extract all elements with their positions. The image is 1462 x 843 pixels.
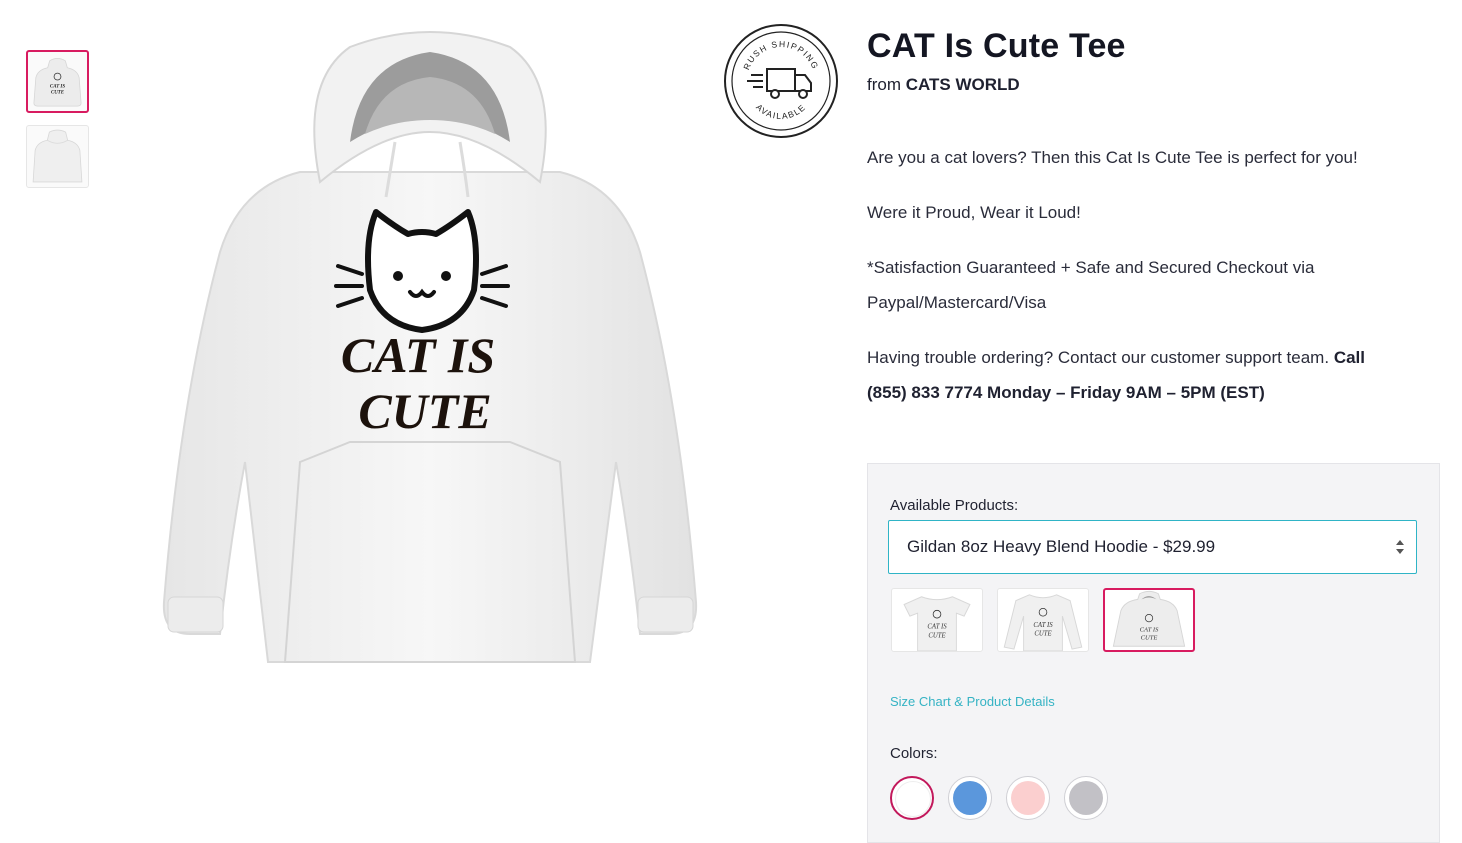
thumbnail-front[interactable]: CAT IS CUTE (26, 50, 89, 113)
swatch-fill (953, 781, 987, 815)
guarantee-line2: Paypal/Mastercard/Visa (867, 293, 1047, 312)
svg-text:CUTE: CUTE (928, 632, 946, 639)
design-text-line1: CAT IS (341, 327, 495, 383)
rush-shipping-badge: RUSH SHIPPING AVAILABLE (724, 24, 838, 138)
from-label: from (867, 75, 901, 94)
svg-text:CUTE: CUTE (1034, 631, 1052, 638)
svg-text:CAT IS: CAT IS (1033, 622, 1053, 629)
variant-long-sleeve[interactable]: CAT IS CUTE (997, 588, 1089, 652)
support-call-label: Call (1333, 348, 1365, 367)
purchase-panel: Available Products: Gildan 8oz Heavy Ble… (867, 463, 1440, 843)
support-phone-hours: (855) 833 7774 Monday – Friday 9AM – 5PM… (867, 383, 1265, 402)
product-title: CAT Is Cute Tee (867, 27, 1126, 65)
description-tagline: Were it Proud, Wear it Loud! (867, 203, 1081, 222)
swatch-fill (895, 781, 931, 817)
description-support: Having trouble ordering? Contact our cus… (867, 340, 1427, 410)
guarantee-line1: *Satisfaction Guaranteed + Safe and Secu… (867, 258, 1315, 277)
svg-text:CAT IS: CAT IS (50, 84, 65, 89)
design-text-line2: CUTE (358, 383, 491, 439)
colors-label: Colors: (890, 745, 938, 762)
size-chart-link[interactable]: Size Chart & Product Details (890, 694, 1055, 709)
color-swatch-pink[interactable] (1006, 776, 1050, 820)
color-swatch-grey[interactable] (1064, 776, 1108, 820)
store-name-link[interactable]: CATS WORLD (906, 75, 1020, 94)
svg-text:CUTE: CUTE (1141, 635, 1158, 642)
variant-hoodie[interactable]: CAT IS CUTE (1103, 588, 1195, 652)
svg-text:CAT IS: CAT IS (927, 624, 947, 631)
description-guarantee: *Satisfaction Guaranteed + Safe and Secu… (867, 250, 1427, 320)
swatch-fill (1069, 781, 1103, 815)
svg-text:CUTE: CUTE (51, 90, 65, 95)
color-swatch-white[interactable] (890, 776, 934, 820)
up-down-chevrons-icon (1396, 540, 1404, 554)
support-intro: Having trouble ordering? Contact our cus… (867, 348, 1330, 367)
variant-tshirt[interactable]: CAT IS CUTE (891, 588, 983, 652)
description-intro: Are you a cat lovers? Then this Cat Is C… (867, 148, 1358, 167)
swatch-fill (1011, 781, 1045, 815)
store-line: from CATS WORLD (867, 75, 1020, 95)
selected-product-value: Gildan 8oz Heavy Blend Hoodie - $29.99 (907, 537, 1216, 556)
product-image-hoodie: CAT IS CUTE (162, 31, 698, 663)
svg-text:CAT IS: CAT IS (1140, 626, 1159, 633)
available-products-label: Available Products: (890, 497, 1019, 514)
thumbnail-back[interactable] (26, 125, 89, 188)
product-select[interactable]: Gildan 8oz Heavy Blend Hoodie - $29.99 (888, 520, 1417, 574)
color-swatch-blue[interactable] (948, 776, 992, 820)
